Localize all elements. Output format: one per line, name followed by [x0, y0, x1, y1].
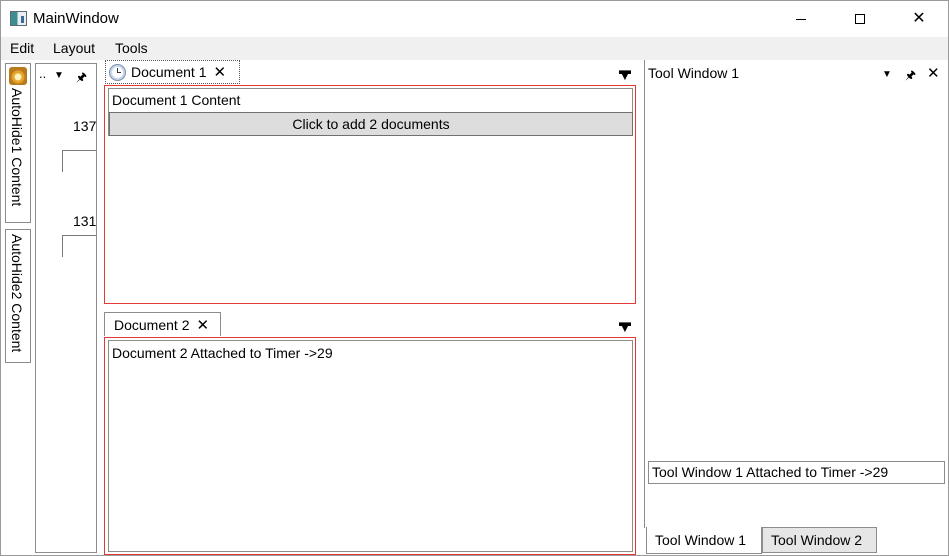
minimize-button[interactable] — [778, 1, 824, 37]
autohide-tab-1[interactable]: AutoHide1 Content — [5, 63, 31, 223]
tab-document-1[interactable]: Document 1 ✕ — [105, 60, 240, 84]
autohide-tab-2-label: AutoHide2 Content — [9, 234, 25, 353]
menu-tools[interactable]: Tools — [115, 40, 148, 56]
side-value-2: 131 — [73, 213, 97, 229]
autohide-tab-1-label: AutoHide1 Content — [9, 88, 25, 207]
document-1-content-label: Document 1 Content — [112, 92, 241, 108]
menu-edit[interactable]: Edit — [10, 40, 34, 56]
document-2-content-text: Document 2 Attached to Timer ->29 — [112, 345, 333, 361]
side-input-2[interactable] — [62, 235, 96, 257]
side-panel-title: .. — [39, 66, 47, 81]
menu-bar: Edit Layout Tools — [1, 37, 948, 60]
document-2-pane: Document 2 Attached to Timer ->29 — [104, 337, 636, 555]
main-window: MainWindow ✕ Edit Layout Tools AutoHide1… — [0, 0, 949, 556]
maximize-icon — [855, 14, 865, 24]
close-button[interactable]: ✕ — [896, 1, 942, 37]
tool-window-close-icon[interactable]: ✕ — [927, 64, 940, 82]
tab-tool-window-2[interactable]: Tool Window 2 — [762, 527, 877, 553]
document-pane-menu-icon[interactable]: ▬ ▼ — [619, 64, 631, 82]
tab-document-2[interactable]: Document 2 ✕ — [104, 312, 221, 336]
close-icon: ✕ — [912, 10, 926, 27]
document-pane-menu-icon[interactable]: ▬ ▼ — [619, 316, 631, 334]
document-2-content: Document 2 Attached to Timer ->29 — [108, 340, 633, 552]
minimize-icon — [796, 18, 806, 20]
window-title: MainWindow — [33, 10, 119, 27]
menu-layout[interactable]: Layout — [53, 40, 95, 56]
tab-document-2-label: Document 2 — [114, 316, 190, 333]
autohide-tab-2[interactable]: AutoHide2 Content — [5, 229, 31, 363]
tool-window-status: Tool Window 1 Attached to Timer ->29 — [648, 461, 945, 484]
tool-window-panel: Tool Window 1 ▼ 🖈 ✕ Tool Window 1 Attach… — [644, 60, 947, 528]
tab-tool-window-1[interactable]: Tool Window 1 — [646, 527, 762, 554]
autohide-content-icon — [9, 67, 27, 85]
tool-window-dropdown-icon[interactable]: ▼ — [882, 69, 892, 80]
tab-close-icon[interactable]: ✕ — [213, 63, 226, 81]
side-input-1[interactable] — [62, 150, 96, 172]
app-window-icon — [10, 11, 27, 26]
side-panel-dropdown-icon[interactable]: ▼ — [54, 70, 64, 81]
side-value-1: 137 — [73, 118, 97, 134]
title-bar[interactable]: MainWindow ✕ — [1, 1, 948, 37]
tool-window-pin-icon[interactable]: 🖈 — [905, 66, 916, 87]
tool-window-title: Tool Window 1 — [648, 65, 740, 81]
document-1-pane: Document 1 Content Click to add 2 docume… — [104, 85, 636, 304]
side-panel: .. ▼ 🖈 137 131 — [35, 63, 97, 553]
maximize-button[interactable] — [837, 1, 883, 37]
clock-icon — [109, 63, 126, 81]
document-1-content: Document 1 Content Click to add 2 docume… — [108, 88, 633, 136]
add-documents-button[interactable]: Click to add 2 documents — [109, 112, 633, 136]
tab-document-1-label: Document 1 — [131, 64, 207, 80]
side-panel-pin-icon[interactable]: 🖈 — [76, 68, 87, 89]
tab-close-icon[interactable]: ✕ — [196, 316, 209, 334]
